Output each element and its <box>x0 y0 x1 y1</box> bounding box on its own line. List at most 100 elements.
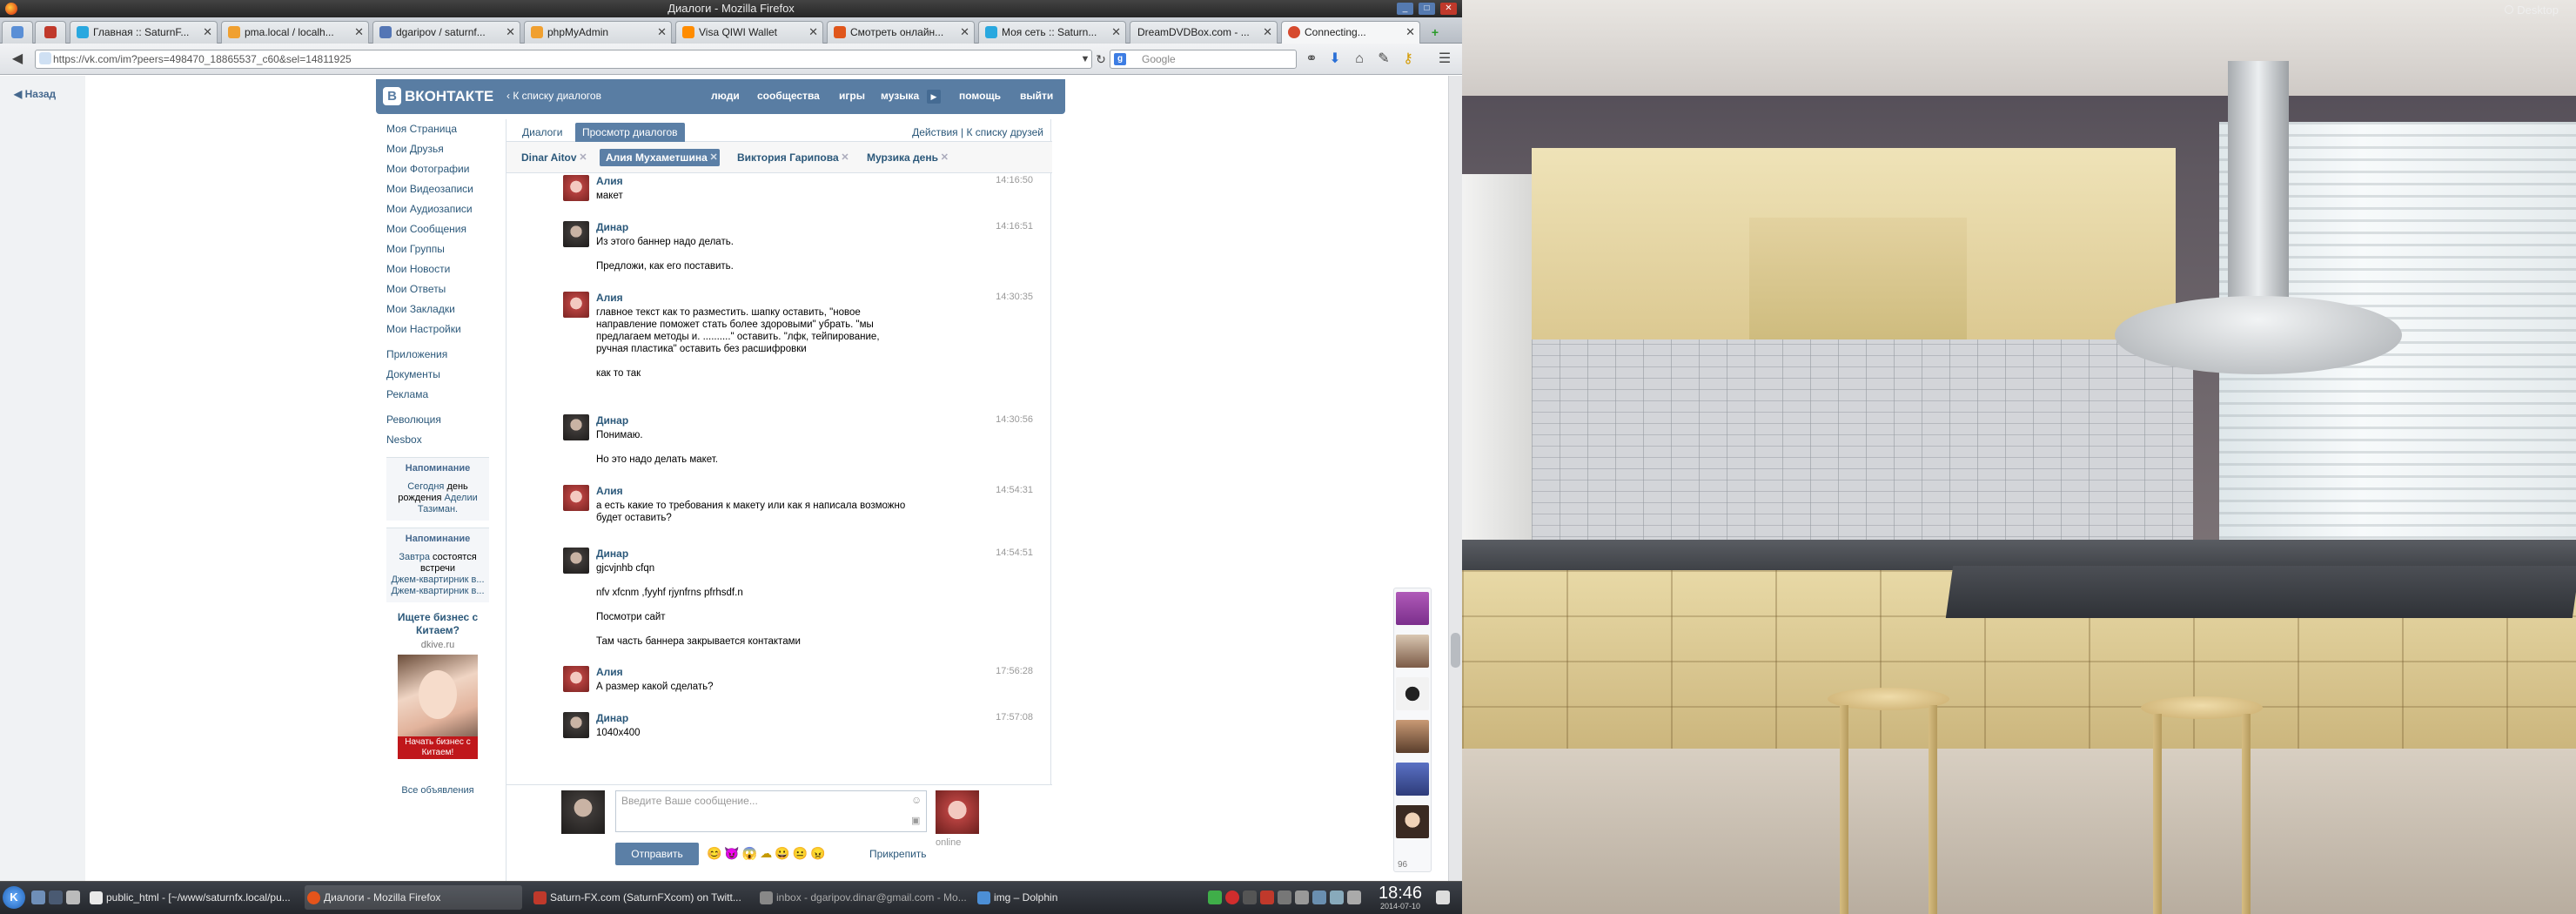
menu-my-videos[interactable]: Мои Видеозаписи <box>386 179 500 199</box>
tab-close-icon[interactable]: ✕ <box>1263 22 1272 43</box>
tray-clipboard-icon[interactable] <box>1278 890 1291 904</box>
tab-qiwi[interactable]: Visa QIWI Wallet ✕ <box>675 21 823 44</box>
tab-pma[interactable]: pma.local / localh... ✕ <box>221 21 369 44</box>
tray-volume-icon[interactable] <box>1295 890 1309 904</box>
all-ads-link[interactable]: Все объявления <box>386 785 489 796</box>
menu-group-nesbox[interactable]: Nesbox <box>386 430 500 450</box>
network-icon[interactable] <box>66 890 80 904</box>
im-contact[interactable] <box>1396 763 1429 796</box>
task-mail[interactable]: inbox - dgaripov.dinar@gmail.com - Mo... <box>757 885 966 910</box>
close-icon[interactable]: ✕ <box>710 149 718 166</box>
im-contact[interactable] <box>1396 592 1429 625</box>
nav-music[interactable]: музыка <box>881 90 919 102</box>
menu-my-page[interactable]: Моя Страница <box>386 119 500 139</box>
reload-icon[interactable]: ↻ <box>1090 50 1111 69</box>
tab-pinned-2[interactable] <box>35 21 66 44</box>
key-icon[interactable]: ⚷ <box>1398 50 1419 69</box>
dialog-tab-1[interactable]: Dinar Aitov ✕ <box>515 149 589 166</box>
show-desktop-icon[interactable] <box>1436 890 1450 904</box>
vertical-scrollbar[interactable] <box>1448 76 1462 881</box>
menu-my-groups[interactable]: Мои Группы <box>386 239 500 259</box>
smile-icon[interactable]: ☺ <box>911 794 922 806</box>
menu-ads[interactable]: Реклама <box>386 385 500 405</box>
tab-saturnfx-home[interactable]: Главная :: SaturnF... ✕ <box>70 21 218 44</box>
attach-link[interactable]: Прикрепить <box>869 848 927 860</box>
close-window-button[interactable]: ✕ <box>1440 3 1457 15</box>
ad-cta[interactable]: Начать бизнес с Китаем! <box>398 736 478 759</box>
tab-close-icon[interactable]: ✕ <box>203 22 212 43</box>
nav-games[interactable]: игры <box>839 90 865 102</box>
clock-time[interactable]: 18:46 <box>1373 884 1427 903</box>
message-author[interactable]: Динар <box>596 414 628 427</box>
menu-my-replies[interactable]: Мои Ответы <box>386 279 500 299</box>
tab-dgaripov[interactable]: dgaripov / saturnf... ✕ <box>372 21 520 44</box>
new-tab-icon[interactable]: + <box>1426 23 1445 42</box>
friends-list-link[interactable]: К списку друзей <box>966 126 1043 138</box>
avatar[interactable] <box>563 414 589 440</box>
message-author[interactable]: Динар <box>596 548 628 560</box>
avatar[interactable] <box>563 292 589 318</box>
tray-app-icon[interactable] <box>1243 890 1257 904</box>
avatar[interactable] <box>563 485 589 511</box>
menu-apps[interactable]: Приложения <box>386 345 500 365</box>
message-author[interactable]: Алия <box>596 485 623 497</box>
im-contact[interactable] <box>1396 677 1429 710</box>
scrollbar-thumb[interactable] <box>1451 633 1460 668</box>
menu-my-messages[interactable]: Мои Сообщения <box>386 219 500 239</box>
avatar[interactable] <box>563 548 589 574</box>
actions-link[interactable]: Действия <box>912 126 958 138</box>
tray-check-icon[interactable] <box>1208 890 1222 904</box>
menu-my-news[interactable]: Мои Новости <box>386 259 500 279</box>
tab-close-icon[interactable]: ✕ <box>1405 22 1415 43</box>
tab-close-icon[interactable]: ✕ <box>506 22 515 43</box>
pager-icon[interactable] <box>49 890 63 904</box>
download-icon[interactable]: ⬇ <box>1325 50 1345 69</box>
desktop-icon[interactable] <box>31 890 45 904</box>
dialog-tab-4[interactable]: Мурзика день ✕ <box>861 149 950 166</box>
tab-watch-online[interactable]: Смотреть онлайн... ✕ <box>827 21 975 44</box>
tray-battery-icon[interactable] <box>1312 890 1326 904</box>
reminder-today-link[interactable]: Сегодня <box>407 481 444 492</box>
ad-title[interactable]: Ищете бизнес с Китаем? <box>386 611 489 637</box>
site-identity-icon[interactable] <box>39 52 51 64</box>
message-input[interactable]: Введите Ваше сообщение... <box>615 790 927 832</box>
reminder-tomorrow-link[interactable]: Завтра <box>399 552 430 562</box>
close-icon[interactable]: ✕ <box>579 149 587 166</box>
tab-close-icon[interactable]: ✕ <box>1111 22 1121 43</box>
menu-my-photos[interactable]: Мои Фотографии <box>386 159 500 179</box>
avatar[interactable] <box>563 712 589 738</box>
desktop-label[interactable]: Desktop <box>2505 3 2559 17</box>
tab-close-icon[interactable]: ✕ <box>657 22 667 43</box>
nav-help[interactable]: помощь <box>959 90 1001 102</box>
tab-dreamdvdbox[interactable]: DreamDVDBox.com - ... ✕ <box>1130 21 1278 44</box>
nav-people[interactable]: люди <box>711 90 740 102</box>
vk-logo[interactable]: В ВКОНТАКТЕ <box>383 87 493 106</box>
dialog-tab-3[interactable]: Виктория Гарипова ✕ <box>731 149 851 166</box>
avatar[interactable] <box>563 175 589 201</box>
my-avatar[interactable] <box>561 790 605 834</box>
menu-group-revolution[interactable]: Революция <box>386 410 500 430</box>
menu-my-bookmarks[interactable]: Мои Закладки <box>386 299 500 319</box>
back-link[interactable]: ◀ Назад <box>14 88 56 100</box>
menu-my-settings[interactable]: Мои Настройки <box>386 319 500 339</box>
tray-record-icon[interactable] <box>1225 890 1239 904</box>
event-link-2[interactable]: Джем-квартирник в... <box>391 586 484 596</box>
close-icon[interactable]: ✕ <box>841 149 849 166</box>
close-icon[interactable]: ✕ <box>941 149 949 166</box>
task-dolphin[interactable]: img – Dolphin <box>975 885 1184 910</box>
menu-documents[interactable]: Документы <box>386 365 500 385</box>
menu-icon[interactable]: ☰ <box>1434 50 1455 69</box>
tray-arrow-icon[interactable] <box>1347 890 1361 904</box>
message-author[interactable]: Алия <box>596 292 623 304</box>
im-contact[interactable] <box>1396 720 1429 753</box>
url-bar[interactable]: https://vk.com/im?peers=498470_18865537_… <box>35 50 1092 69</box>
camera-icon[interactable]: ▣ <box>911 815 920 826</box>
music-play-icon[interactable]: ▶ <box>927 90 941 104</box>
tab-close-icon[interactable]: ✕ <box>960 22 969 43</box>
message-author[interactable]: Динар <box>596 712 628 724</box>
avatar[interactable] <box>563 666 589 692</box>
tray-keyboard-icon[interactable] <box>1260 890 1274 904</box>
dialog-tab-2[interactable]: Алия Мухаметшина ✕ <box>600 149 720 166</box>
ad-block[interactable]: Ищете бизнес с Китаем? dkive.ru Начать б… <box>386 611 489 796</box>
menu-my-audio[interactable]: Мои Аудиозаписи <box>386 199 500 219</box>
